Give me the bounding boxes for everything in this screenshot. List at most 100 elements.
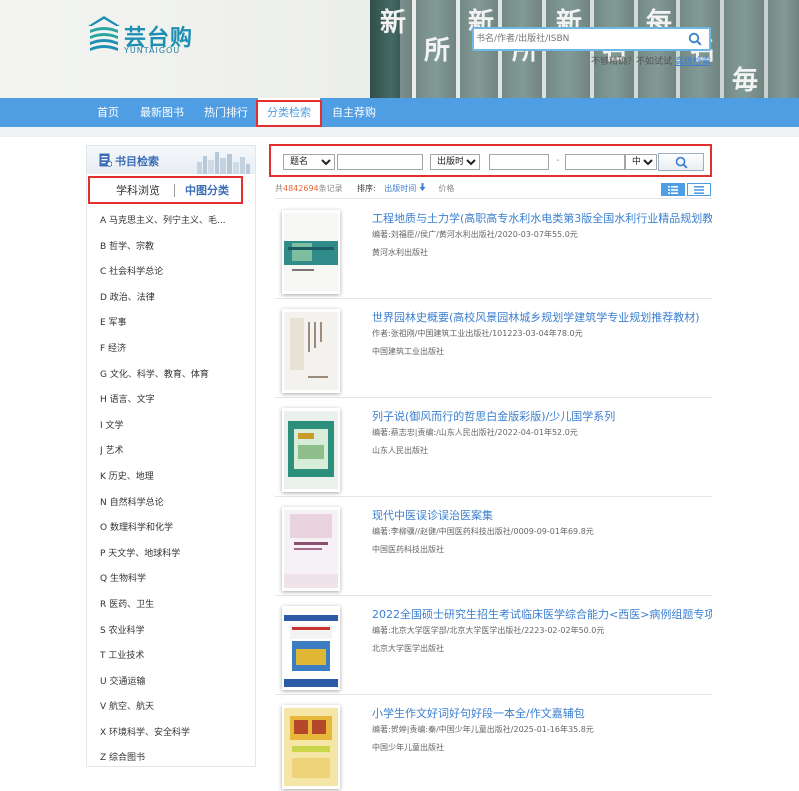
book-title[interactable]: 世界园林史概要(高校风景园林城乡规划学建筑学专业规划推荐教材)	[372, 309, 712, 325]
book-cover[interactable]	[282, 606, 340, 690]
skyline-decoration-icon	[197, 152, 250, 174]
category-item[interactable]: D 政治、法律	[100, 286, 250, 312]
date-from-input[interactable]	[489, 154, 549, 170]
sidebar: 书目检索 学科浏览 中图分类 A 马克思主义、列宁主义、毛... B 哲学、宗教…	[86, 145, 256, 767]
logo-mark-icon	[88, 16, 120, 51]
site-logo[interactable]: 芸台购 YUNTAIGOU	[86, 14, 216, 58]
book-title[interactable]: 工程地质与土力学(高职高专水利水电类第3版全国水利行业精品规划教材)	[372, 210, 712, 226]
view-toggle	[661, 183, 711, 196]
category-item[interactable]: U 交通运输	[100, 670, 250, 696]
book-publisher: 中国医药科技出版社	[372, 545, 444, 554]
date-range-dash: -	[556, 155, 560, 166]
detail-view-button[interactable]	[687, 183, 711, 196]
category-item[interactable]: E 军事	[100, 311, 250, 337]
book-publisher: 中国建筑工业出版社	[372, 347, 444, 356]
keyword-input[interactable]	[337, 154, 423, 170]
search-icon	[688, 32, 702, 46]
language-select[interactable]: 中文	[625, 154, 657, 170]
logo-subtitle: YUNTAIGOU	[124, 46, 181, 55]
book-cover-image	[284, 411, 338, 489]
book-publisher: 山东人民出版社	[372, 446, 428, 455]
tab-clc-category[interactable]: 中图分类	[185, 182, 229, 198]
book-meta: 编著:李柳骥//赵健/中国医药科技出版社/0009-09-01年69.8元	[372, 527, 594, 536]
category-item[interactable]: K 历史、地理	[100, 465, 250, 491]
category-item[interactable]: H 语言、文字	[100, 388, 250, 414]
book-list-item: 列子说(御风而行的哲思白金版彩版)/少儿国学系列 编著:蔡志忠|责编:/山东人民…	[275, 398, 712, 497]
book-title[interactable]: 现代中医误诊误治医案集	[372, 507, 712, 523]
nav-active-highlight	[256, 100, 322, 127]
book-meta: 编著:贺婷|责编:秦/中国少年儿童出版社/2025-01-16年35.8元	[372, 725, 594, 734]
category-item[interactable]: G 文化、科学、教育、体育	[100, 363, 250, 389]
book-meta: 编著:刘福臣//侯广/黄河水利出版社/2020-03-07年55.0元	[372, 230, 578, 239]
book-cover[interactable]	[282, 705, 340, 789]
category-item[interactable]: F 经济	[100, 337, 250, 363]
book-title[interactable]: 2022全国硕士研究生招生考试临床医学综合能力<西医>病例组题专项训练	[372, 606, 712, 622]
top-search-button[interactable]	[681, 29, 709, 49]
book-cover[interactable]	[282, 408, 340, 492]
book-title[interactable]: 列子说(御风而行的哲思白金版彩版)/少儿国学系列	[372, 408, 712, 424]
category-item[interactable]: S 农业科学	[100, 619, 250, 645]
advanced-search-link[interactable]: 高级检索	[675, 57, 711, 67]
book-cover-image	[284, 609, 338, 687]
book-cover-image	[284, 213, 338, 291]
sidebar-header: 书目检索	[87, 146, 255, 174]
nav-recommend[interactable]: 自主荐购	[328, 98, 380, 127]
filter-search-button[interactable]	[658, 153, 704, 171]
sidebar-tabs: 学科浏览 中图分类	[88, 176, 243, 204]
book-title[interactable]: 小学生作文好词好句好段一本全/作文嘉辅包	[372, 705, 712, 721]
field-select[interactable]: 题名	[283, 154, 335, 170]
book-cover[interactable]	[282, 507, 340, 591]
category-item[interactable]: C 社会科学总论	[100, 260, 250, 286]
hint-text: 不够精确？不如试试	[591, 57, 673, 67]
sort-by-price[interactable]: 价格	[438, 184, 454, 193]
category-item[interactable]: Q 生物科学	[100, 567, 250, 593]
sidebar-title: 书目检索	[115, 155, 159, 168]
catalog-icon	[99, 153, 112, 167]
header-banner: 新 所 新 所 新 名 每 名 毎 芸台购 YUNTAIGOU 不够精确？不如试…	[0, 0, 799, 98]
date-to-input[interactable]	[565, 154, 625, 170]
book-meta: 编著:北京大学医学部/北京大学医学出版社/2223-02-02年50.0元	[372, 626, 605, 635]
sort-by-date[interactable]: 出版时间	[384, 183, 426, 193]
category-item[interactable]: B 哲学、宗教	[100, 235, 250, 261]
book-publisher: 北京大学医学出版社	[372, 644, 444, 653]
category-item[interactable]: A 马克思主义、列宁主义、毛...	[100, 209, 250, 235]
book-cover-image	[284, 312, 338, 390]
top-search-input[interactable]	[474, 29, 679, 49]
category-item[interactable]: V 航空、航天	[100, 695, 250, 721]
sort-bar: 排序: 出版时间 价格	[357, 183, 454, 194]
category-item[interactable]: O 数理科学和化学	[100, 516, 250, 542]
menu-view-icon	[694, 185, 704, 194]
category-list: A 马克思主义、列宁主义、毛... B 哲学、宗教 C 社会科学总论 D 政治、…	[100, 209, 250, 772]
book-publisher: 黄河水利出版社	[372, 248, 428, 257]
record-count: 共4842694条记录	[275, 184, 343, 193]
book-cover[interactable]	[282, 309, 340, 393]
list-view-icon	[668, 185, 678, 194]
book-publisher: 中国少年儿童出版社	[372, 743, 444, 752]
category-item[interactable]: I 文学	[100, 414, 250, 440]
book-list-item: 小学生作文好词好句好段一本全/作文嘉辅包 编著:贺婷|责编:秦/中国少年儿童出版…	[275, 695, 712, 791]
category-item[interactable]: J 艺术	[100, 439, 250, 465]
book-cover[interactable]	[282, 210, 340, 294]
tab-subject-browse[interactable]: 学科浏览	[116, 182, 160, 198]
top-search-box	[472, 27, 711, 51]
record-count-number: 4842694	[283, 184, 319, 193]
search-icon	[675, 156, 688, 169]
book-cover-image	[284, 510, 338, 588]
category-item[interactable]: N 自然科学总论	[100, 491, 250, 517]
category-item[interactable]: R 医药、卫生	[100, 593, 250, 619]
nav-home[interactable]: 首页	[86, 98, 130, 127]
nav-new-books[interactable]: 最新图书	[138, 98, 186, 127]
advanced-search-hint: 不够精确？不如试试 高级检索	[591, 54, 711, 67]
category-item[interactable]: T 工业技术	[100, 644, 250, 670]
list-view-button[interactable]	[661, 183, 685, 196]
book-cover-image	[284, 708, 338, 786]
book-meta: 作者:张祖刚/中国建筑工业出版社/101223-03-04年78.0元	[372, 329, 583, 338]
nav-hot-ranking[interactable]: 热门排行	[200, 98, 252, 127]
arrow-down-icon	[419, 183, 426, 191]
category-item[interactable]: X 环境科学、安全科学	[100, 721, 250, 747]
book-list-item: 2022全国硕士研究生招生考试临床医学综合能力<西医>病例组题专项训练 编著:北…	[275, 596, 712, 695]
date-type-select[interactable]: 出版时间	[430, 154, 480, 170]
main-nav: 首页 最新图书 热门排行 分类检索 自主荐购	[0, 98, 799, 127]
category-item[interactable]: Z 综合图书	[100, 746, 250, 772]
category-item[interactable]: P 天文学、地球科学	[100, 542, 250, 568]
